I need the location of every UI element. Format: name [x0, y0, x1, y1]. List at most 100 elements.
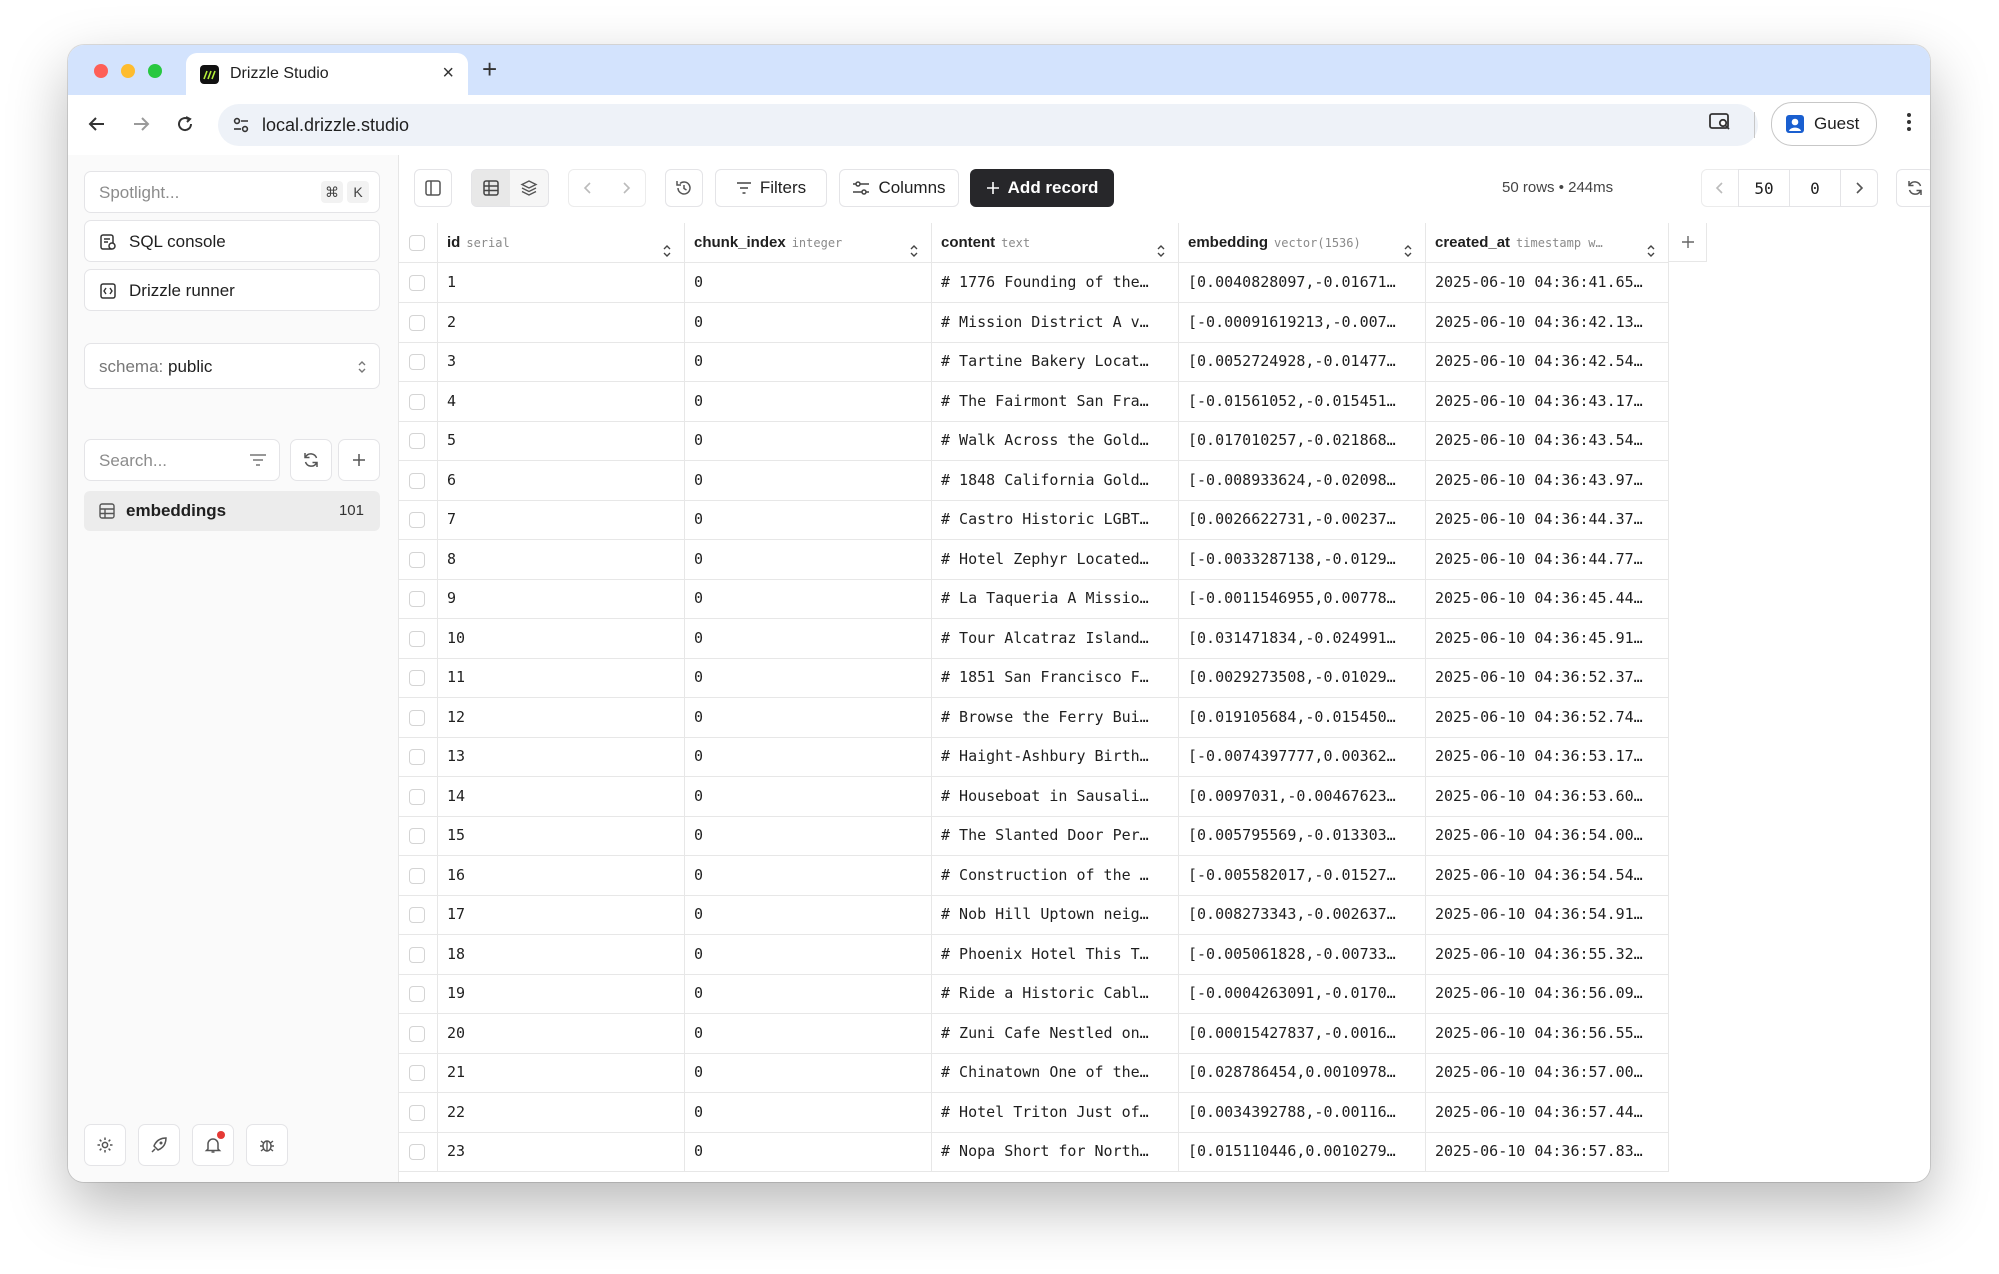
created-at-cell[interactable]: 2025-06-10 04:36:52.74…	[1426, 697, 1669, 737]
filters-button[interactable]: Filters	[715, 169, 827, 207]
embedding-cell[interactable]: [-0.00091619213,-0.007…	[1179, 302, 1426, 342]
table-row[interactable]: 8 0 # Hotel Zephyr Located… [-0.0033287138,…	[399, 539, 1669, 580]
embedding-cell[interactable]: [-0.005582017,-0.01527…	[1179, 855, 1426, 895]
chunk-index-cell[interactable]: 0	[685, 816, 932, 855]
chunk-index-cell[interactable]: 0	[685, 697, 932, 737]
table-row[interactable]: 11 0 # 1851 San Francisco F… [0.0029273508,…	[399, 658, 1669, 698]
table-row[interactable]: 15 0 # The Slanted Door Per… [0.005795569,-…	[399, 816, 1669, 856]
row-checkbox[interactable]	[409, 828, 425, 844]
created-at-cell[interactable]: 2025-06-10 04:36:43.17…	[1426, 381, 1669, 421]
row-checkbox[interactable]	[409, 472, 425, 489]
chunk-index-cell[interactable]: 0	[685, 934, 932, 974]
structure-view-button[interactable]	[510, 170, 548, 206]
created-at-cell[interactable]: 2025-06-10 04:36:54.00…	[1426, 816, 1669, 855]
profile-button[interactable]: Guest	[1771, 102, 1877, 146]
table-row[interactable]: 6 0 # 1848 California Gold… [-0.008933624,-…	[399, 460, 1669, 501]
table-row[interactable]: 4 0 # The Fairmont San Fra… [-0.01561052,-0…	[399, 381, 1669, 422]
embedding-cell[interactable]: [0.031471834,-0.024991…	[1179, 618, 1426, 658]
select-all-checkbox[interactable]	[409, 235, 425, 251]
content-cell[interactable]: # Tour Alcatraz Island…	[932, 618, 1179, 658]
row-checkbox[interactable]	[409, 907, 425, 923]
table-row[interactable]: 5 0 # Walk Across the Gold… [0.017010257,-0…	[399, 421, 1669, 461]
table-row[interactable]: 10 0 # Tour Alcatraz Island… [0.031471834,-…	[399, 618, 1669, 659]
table-row[interactable]: 3 0 # Tartine Bakery Locat… [0.0052724928,-…	[399, 342, 1669, 382]
sidebar-item-embeddings[interactable]: embeddings 101	[84, 491, 380, 531]
chunk-index-cell[interactable]: 0	[685, 263, 932, 302]
id-cell[interactable]: 18	[438, 934, 685, 974]
tab-close-icon[interactable]: ×	[442, 62, 454, 85]
embedding-cell[interactable]: [0.019105684,-0.015450…	[1179, 697, 1426, 737]
row-checkbox[interactable]	[409, 354, 425, 370]
created-at-cell[interactable]: 2025-06-10 04:36:57.00…	[1426, 1053, 1669, 1092]
schema-select[interactable]: schema: public	[84, 343, 380, 389]
embedding-cell[interactable]: [-0.0011546955,0.00778…	[1179, 579, 1426, 618]
content-cell[interactable]: # Phoenix Hotel This T…	[932, 934, 1179, 974]
chunk-index-cell[interactable]: 0	[685, 855, 932, 895]
column-header-created-at[interactable]: created_at timestamp w…	[1426, 223, 1669, 262]
notifications-button[interactable]	[192, 1124, 234, 1166]
created-at-cell[interactable]: 2025-06-10 04:36:42.54…	[1426, 342, 1669, 381]
row-checkbox[interactable]	[409, 275, 425, 291]
embedding-cell[interactable]: [-0.01561052,-0.015451…	[1179, 381, 1426, 421]
embedding-cell[interactable]: [-0.008933624,-0.02098…	[1179, 460, 1426, 500]
chunk-index-cell[interactable]: 0	[685, 1092, 932, 1132]
created-at-cell[interactable]: 2025-06-10 04:36:43.97…	[1426, 460, 1669, 500]
chunk-index-cell[interactable]: 0	[685, 895, 932, 934]
id-cell[interactable]: 2	[438, 302, 685, 342]
settings-button[interactable]	[84, 1124, 126, 1166]
embedding-cell[interactable]: [0.015110446,0.0010279…	[1179, 1132, 1426, 1171]
spotlight-input[interactable]: Spotlight... ⌘ K	[84, 171, 380, 213]
content-cell[interactable]: # Hotel Zephyr Located…	[932, 539, 1179, 579]
row-checkbox[interactable]	[409, 867, 425, 884]
chunk-index-cell[interactable]: 0	[685, 1053, 932, 1092]
row-checkbox[interactable]	[409, 1144, 425, 1160]
content-cell[interactable]: # 1848 California Gold…	[932, 460, 1179, 500]
created-at-cell[interactable]: 2025-06-10 04:36:53.60…	[1426, 776, 1669, 816]
table-row[interactable]: 7 0 # Castro Historic LGBT… [0.0026622731,-…	[399, 500, 1669, 540]
embedding-cell[interactable]: [0.0034392788,-0.00116…	[1179, 1092, 1426, 1132]
id-cell[interactable]: 1	[438, 263, 685, 302]
row-checkbox[interactable]	[409, 788, 425, 805]
new-tab-button[interactable]: +	[482, 54, 497, 85]
columns-button[interactable]: Columns	[839, 169, 959, 207]
id-cell[interactable]: 22	[438, 1092, 685, 1132]
table-row[interactable]: 14 0 # Houseboat in Sausali… [0.0097031,-0.…	[399, 776, 1669, 817]
id-cell[interactable]: 9	[438, 579, 685, 618]
table-row[interactable]: 17 0 # Nob Hill Uptown neig… [0.008273343,-…	[399, 895, 1669, 935]
content-cell[interactable]: # Nopa Short for North…	[932, 1132, 1179, 1171]
content-cell[interactable]: # The Slanted Door Per…	[932, 816, 1179, 855]
content-cell[interactable]: # Houseboat in Sausali…	[932, 776, 1179, 816]
created-at-cell[interactable]: 2025-06-10 04:36:56.55…	[1426, 1013, 1669, 1053]
table-row[interactable]: 23 0 # Nopa Short for North… [0.015110446,0…	[399, 1132, 1669, 1172]
table-row[interactable]: 20 0 # Zuni Cafe Nestled on… [0.00015427837…	[399, 1013, 1669, 1054]
table-row[interactable]: 21 0 # Chinatown One of the… [0.028786454,0…	[399, 1053, 1669, 1093]
page-size-input[interactable]: 50	[1738, 169, 1790, 207]
embedding-cell[interactable]: [0.0026622731,-0.00237…	[1179, 500, 1426, 539]
sql-console-button[interactable]: SQL console	[84, 220, 380, 262]
column-header-id[interactable]: id serial	[438, 223, 685, 262]
id-cell[interactable]: 17	[438, 895, 685, 934]
row-checkbox[interactable]	[409, 393, 425, 410]
id-cell[interactable]: 8	[438, 539, 685, 579]
chunk-index-cell[interactable]: 0	[685, 302, 932, 342]
table-row[interactable]: 12 0 # Browse the Ferry Bui… [0.019105684,-…	[399, 697, 1669, 738]
content-cell[interactable]: # Haight-Ashbury Birth…	[932, 737, 1179, 776]
id-cell[interactable]: 20	[438, 1013, 685, 1053]
table-row[interactable]: 1 0 # 1776 Founding of the… [0.0040828097,-…	[399, 263, 1669, 303]
row-checkbox[interactable]	[409, 591, 425, 607]
content-cell[interactable]: # Nob Hill Uptown neig…	[932, 895, 1179, 934]
content-cell[interactable]: # 1776 Founding of the…	[932, 263, 1179, 302]
row-checkbox[interactable]	[409, 749, 425, 765]
id-cell[interactable]: 13	[438, 737, 685, 776]
chunk-index-cell[interactable]: 0	[685, 342, 932, 381]
report-bug-button[interactable]	[246, 1124, 288, 1166]
chunk-index-cell[interactable]: 0	[685, 539, 932, 579]
created-at-cell[interactable]: 2025-06-10 04:36:54.91…	[1426, 895, 1669, 934]
embedding-cell[interactable]: [0.028786454,0.0010978…	[1179, 1053, 1426, 1092]
embedding-cell[interactable]: [0.0097031,-0.00467623…	[1179, 776, 1426, 816]
id-cell[interactable]: 10	[438, 618, 685, 658]
content-cell[interactable]: # Construction of the …	[932, 855, 1179, 895]
id-cell[interactable]: 3	[438, 342, 685, 381]
row-checkbox[interactable]	[409, 512, 425, 528]
chunk-index-cell[interactable]: 0	[685, 500, 932, 539]
